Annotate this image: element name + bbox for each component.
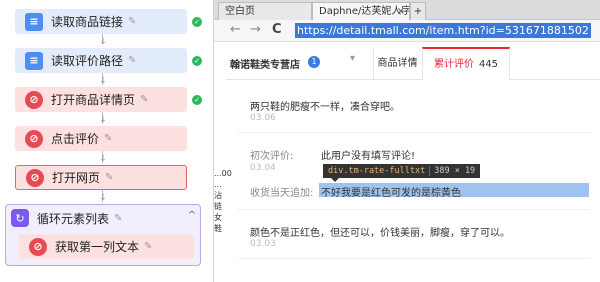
- step-read-review-path[interactable]: ≡ 读取评价路径 ✎: [15, 48, 187, 73]
- step-label: 点击评价: [51, 132, 100, 146]
- inspector-tooltip: div.tm-rate-fulltxt 389 × 19: [323, 164, 481, 182]
- tab-daphne[interactable]: Daphne/达芙妮人字 ×: [312, 2, 410, 20]
- step-click-review[interactable]: ⊘ 点击评价 ✎: [15, 126, 187, 151]
- edit-icon[interactable]: ✎: [128, 16, 136, 27]
- done-check-icon: ✓: [192, 17, 202, 27]
- collapse-caret-icon[interactable]: ^: [188, 210, 196, 221]
- fragment-text: ...: [214, 180, 222, 189]
- shop-tab-bar: 翰诺鞋类专营店 1 ▾ 商品详情 累计评价 445: [226, 47, 600, 80]
- arrow-down-icon: ↓: [99, 76, 107, 86]
- review-separator: [238, 132, 590, 133]
- fragment-text: 沾链: [214, 191, 222, 211]
- step-label: 读取商品链接: [51, 15, 124, 29]
- review-text: 颜色不是正红色，但还可以，价钱美丽，脚瘦，穿了可以。: [250, 228, 510, 239]
- shop-badge: 1: [308, 56, 320, 68]
- arrow-down-icon: ↓: [99, 154, 107, 164]
- tab-bar: 空白页 Daphne/达芙妮人字 × +: [214, 0, 600, 20]
- review-date: 03.04: [250, 163, 276, 173]
- forward-icon[interactable]: →: [250, 22, 261, 37]
- review-text: 此用户没有填写评论!: [321, 151, 416, 162]
- arrow-down-icon: ↓: [99, 37, 107, 47]
- tab-product-detail[interactable]: 商品详情: [373, 47, 421, 80]
- loop-block[interactable]: ↻ 循环元素列表 ✎ ^ ⊘ 获取第一列文本 ✎: [5, 204, 201, 266]
- tab-label: 空白页: [225, 6, 255, 17]
- edit-icon[interactable]: ✎: [128, 55, 136, 66]
- loop-icon: ↻: [11, 209, 29, 227]
- web-page: ...00 ... 沾链 女鞋 翰诺鞋类专营店 1 ▾ 商品详情 累计评价 445…: [214, 43, 600, 282]
- compass-icon: ⊘: [26, 168, 44, 187]
- edit-icon[interactable]: ✎: [105, 172, 113, 183]
- tab-reviews[interactable]: 累计评价 445: [422, 47, 510, 80]
- element-size: 389 × 19: [429, 166, 476, 176]
- step-label: 打开商品详情页: [51, 93, 136, 107]
- compass-icon: ⊘: [25, 90, 43, 109]
- step-label: 读取评价路径: [51, 54, 124, 68]
- step-label: 打开网页: [52, 171, 101, 185]
- review-initial-label: 初次评价:: [250, 151, 294, 162]
- close-tab-icon[interactable]: ×: [397, 3, 405, 20]
- tab-blank[interactable]: 空白页: [218, 2, 312, 20]
- arrow-down-icon: ↓: [99, 193, 107, 203]
- compass-icon: ⊘: [25, 129, 43, 148]
- done-check-icon: ✓: [192, 56, 202, 66]
- shop-name[interactable]: 翰诺鞋类专营店: [230, 56, 300, 71]
- step-label: 获取第一列文本: [55, 240, 140, 254]
- selector-text: div.tm-rate-fulltxt: [328, 166, 426, 176]
- fragment-text: ...00: [214, 169, 232, 178]
- document-icon: ≡: [25, 51, 43, 70]
- browser-window: 空白页 Daphne/达芙妮人字 × + ← → C https://detai…: [214, 0, 600, 282]
- step-read-product-link[interactable]: ≡ 读取商品链接 ✎: [15, 9, 187, 34]
- reload-icon[interactable]: C: [272, 22, 282, 37]
- step-open-product-page[interactable]: ⊘ 打开商品详情页 ✎: [15, 87, 187, 112]
- arrow-down-icon: ↓: [99, 115, 107, 125]
- review-date: 03.06: [250, 113, 276, 123]
- review-date: 03.03: [250, 239, 276, 249]
- cut-off-sidebar-text: ...00 ... 沾链 女鞋: [214, 168, 232, 234]
- compass-icon: ⊘: [29, 237, 47, 256]
- address-bar[interactable]: https://detail.tmall.com/item.htm?id=531…: [295, 23, 591, 38]
- loop-label: 循环元素列表: [37, 211, 110, 226]
- loop-header[interactable]: ↻ 循环元素列表 ✎ ^: [11, 208, 196, 228]
- tab-reviews-label: 累计评价: [433, 59, 474, 70]
- navigation-bar: ← → C https://detail.tmall.com/item.htm?…: [214, 20, 600, 42]
- review-separator: [238, 258, 590, 259]
- step-open-webpage[interactable]: ⊘ 打开网页 ✎: [15, 165, 187, 190]
- review-separator: [238, 209, 590, 210]
- step-get-first-column-text[interactable]: ⊘ 获取第一列文本 ✎: [19, 234, 194, 259]
- chevron-down-icon[interactable]: ▾: [350, 53, 355, 64]
- review-count: 445: [478, 59, 499, 70]
- edit-icon[interactable]: ✎: [114, 213, 122, 224]
- document-icon: ≡: [25, 12, 43, 31]
- back-icon[interactable]: ←: [230, 22, 241, 37]
- edit-icon[interactable]: ✎: [140, 94, 148, 105]
- fragment-text: 女鞋: [214, 213, 222, 233]
- edit-icon[interactable]: ✎: [144, 241, 152, 252]
- review-append-text: 不好我要是红色可发的是棕黄色: [321, 188, 461, 199]
- done-check-icon: ✓: [192, 95, 202, 105]
- review-append-label: 收货当天追加:: [250, 188, 314, 199]
- new-tab-button[interactable]: +: [410, 2, 426, 20]
- workflow-panel: ≡ 读取商品链接 ✎ ✓ ↓ ≡ 读取评价路径 ✎ ✓ ↓ ⊘ 打开商品详情页 …: [0, 0, 213, 282]
- review-text: 两只鞋的肥瘦不一样，凑合穿吧。: [250, 102, 400, 113]
- edit-icon[interactable]: ✎: [104, 133, 112, 144]
